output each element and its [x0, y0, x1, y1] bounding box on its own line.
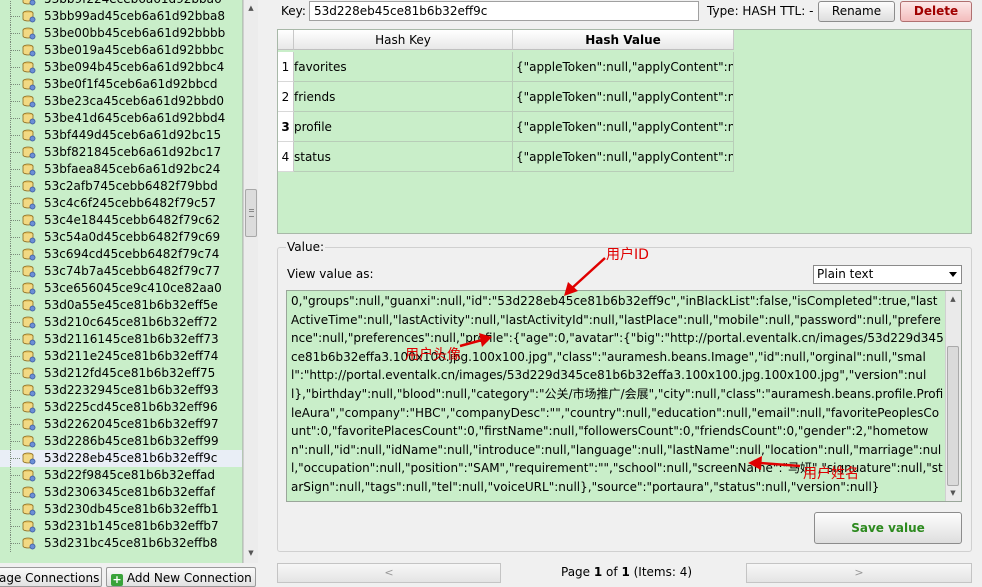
- arrow-user-id-icon: [570, 257, 606, 290]
- of-word: of: [602, 565, 622, 579]
- arrow-avatar-icon: [459, 338, 483, 348]
- current-page: 1: [593, 565, 603, 579]
- next-page-button[interactable]: >: [746, 563, 972, 583]
- prev-page-button[interactable]: <: [277, 563, 501, 583]
- pagination-info: Page 1 of 1 (Items: 4): [561, 565, 692, 579]
- page-word: Page: [561, 565, 594, 579]
- total-pages: 1: [621, 565, 630, 579]
- arrow-name-icon: [759, 461, 801, 468]
- annotation-arrows: [459, 257, 801, 470]
- items-count: (Items: 4): [629, 565, 693, 579]
